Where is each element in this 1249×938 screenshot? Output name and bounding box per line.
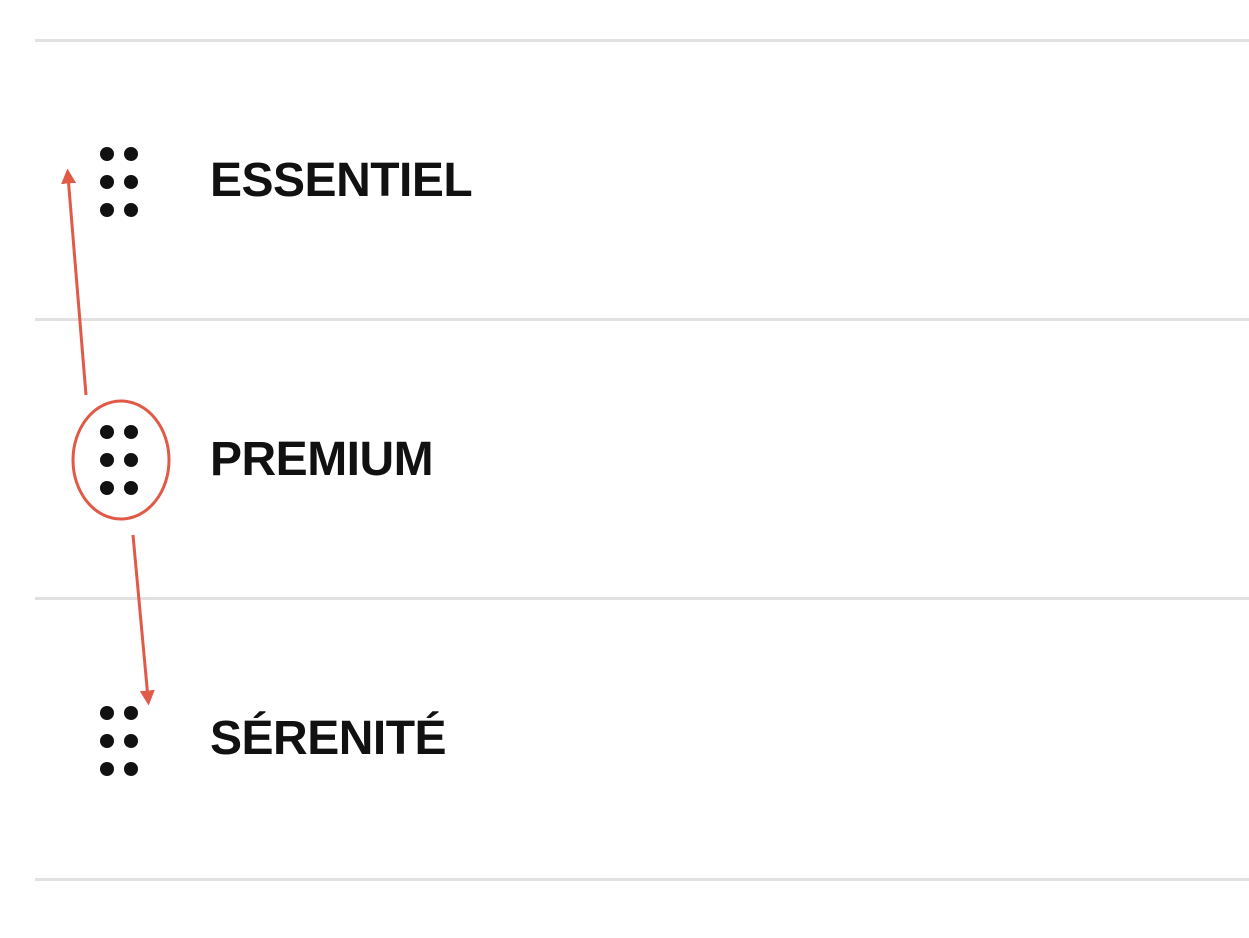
grip-dots-icon: [99, 424, 145, 496]
divider: [35, 878, 1249, 881]
list-item-premium: PREMIUM: [0, 320, 1249, 597]
plan-label: PREMIUM: [210, 433, 434, 486]
drag-handle[interactable]: [99, 146, 145, 218]
list-item-serenite: SÉRENITÉ: [0, 599, 1249, 876]
grip-dots-icon: [99, 705, 145, 777]
list-item-essentiel: ESSENTIEL: [0, 41, 1249, 318]
plan-label: ESSENTIEL: [210, 154, 473, 207]
grip-dots-icon: [99, 146, 145, 218]
plan-label: SÉRENITÉ: [210, 712, 447, 765]
drag-handle[interactable]: [99, 705, 145, 777]
drag-handle[interactable]: [99, 424, 145, 496]
